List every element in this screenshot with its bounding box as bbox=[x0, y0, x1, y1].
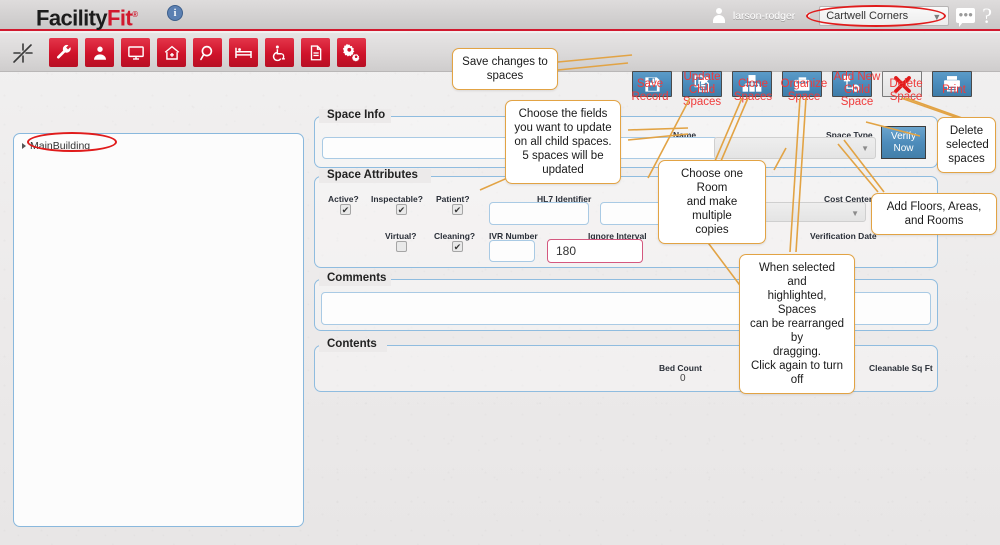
tree-node-label: MainBuilding bbox=[30, 140, 90, 152]
space-type-select[interactable]: ▼ bbox=[714, 137, 876, 159]
virtual-checkbox[interactable] bbox=[396, 241, 407, 252]
document-icon[interactable] bbox=[301, 38, 330, 67]
chevron-right-icon[interactable] bbox=[22, 143, 26, 149]
space-tree-panel[interactable]: MainBuilding bbox=[13, 133, 304, 527]
header-user-zone: larson-rodger ▼ Cartwell Corners ▼ ●●● ? bbox=[712, 0, 992, 31]
ignore-interval-value: 180 bbox=[556, 244, 576, 258]
logo-text-primary: Facility bbox=[36, 5, 107, 30]
callout-delete-selected: Delete selected spaces bbox=[937, 117, 996, 173]
help-icon[interactable]: ? bbox=[982, 5, 992, 27]
patient-label: Patient? bbox=[436, 194, 470, 204]
verification-date-label: Verification Date bbox=[810, 231, 877, 241]
print-label: Print bbox=[931, 84, 977, 97]
ignore-interval-input[interactable]: 180 bbox=[547, 239, 643, 263]
verify-now-button[interactable]: Verify Now bbox=[881, 126, 926, 159]
chevron-down-icon: ▼ bbox=[932, 12, 941, 22]
chevron-down-icon: ▼ bbox=[861, 144, 869, 153]
virtual-label: Virtual? bbox=[385, 231, 417, 241]
inspectable-label: Inspectable? bbox=[371, 194, 423, 204]
callout-organize-space: When selected and highlighted, Spaces ca… bbox=[739, 254, 855, 394]
contents-legend: Contents bbox=[323, 338, 381, 350]
person-icon[interactable] bbox=[85, 38, 114, 67]
cleanable-sqft-label: Cleanable Sq Ft bbox=[869, 363, 933, 373]
monitor-icon[interactable] bbox=[121, 38, 150, 67]
space-info-legend: Space Info bbox=[323, 109, 389, 121]
active-checkbox[interactable]: ✔ bbox=[340, 204, 351, 215]
site-select-value: Cartwell Corners bbox=[826, 10, 908, 22]
bed-icon[interactable] bbox=[229, 38, 258, 67]
space-attributes-legend: Space Attributes bbox=[323, 169, 422, 181]
chat-icon[interactable]: ●●● bbox=[956, 8, 975, 23]
callout-add-floors: Add Floors, Areas, and Rooms bbox=[871, 193, 997, 235]
wheelchair-icon[interactable] bbox=[265, 38, 294, 67]
app-logo: FacilityFit® bbox=[36, 1, 137, 31]
magnifier-icon[interactable] bbox=[193, 38, 222, 67]
cleaning-label: Cleaning? bbox=[434, 231, 475, 241]
active-label: Active? bbox=[328, 194, 359, 204]
ivr-number-input[interactable] bbox=[489, 240, 535, 262]
logo-text-secondary: Fit bbox=[107, 5, 132, 30]
name-input[interactable] bbox=[614, 137, 718, 159]
gears-icon[interactable] bbox=[337, 38, 366, 67]
callout-save-changes: Save changes to spaces bbox=[452, 48, 558, 90]
wrench-icon[interactable] bbox=[49, 38, 78, 67]
logo-trademark: ® bbox=[132, 10, 137, 19]
callout-update-child-spaces: Choose the fields you want to update on … bbox=[505, 100, 621, 184]
bed-count-label: Bed Count bbox=[659, 363, 702, 373]
chevron-down-icon: ▼ bbox=[851, 209, 859, 218]
app-header: FacilityFit® i larson-rodger ▼ Cartwell … bbox=[0, 0, 1000, 31]
home-plus-icon[interactable] bbox=[157, 38, 186, 67]
patient-checkbox[interactable]: ✔ bbox=[452, 204, 463, 215]
bed-count-value: 0 bbox=[680, 373, 686, 384]
avatar bbox=[712, 8, 726, 23]
hl7-identifier-input[interactable] bbox=[489, 202, 589, 225]
application-window: FacilityFit® i larson-rodger ▼ Cartwell … bbox=[0, 0, 1000, 545]
delete-space-label: Delete Space bbox=[879, 78, 933, 103]
site-select[interactable]: Cartwell Corners ▼ bbox=[819, 6, 949, 26]
comments-legend: Comments bbox=[323, 272, 390, 284]
callout-clone-spaces: Choose one Room and make multiple copies bbox=[658, 160, 766, 244]
sparkle-wand-icon[interactable] bbox=[11, 41, 35, 65]
cleaning-checkbox[interactable]: ✔ bbox=[452, 241, 463, 252]
tree-node-mainbuilding[interactable]: MainBuilding bbox=[22, 140, 90, 152]
user-menu-chevron-down-icon[interactable]: ▼ bbox=[804, 11, 812, 20]
info-icon[interactable]: i bbox=[167, 5, 183, 21]
cost-center-select[interactable]: ▼ bbox=[764, 202, 866, 222]
username-label[interactable]: larson-rodger bbox=[733, 10, 795, 22]
inspectable-checkbox[interactable]: ✔ bbox=[396, 204, 407, 215]
